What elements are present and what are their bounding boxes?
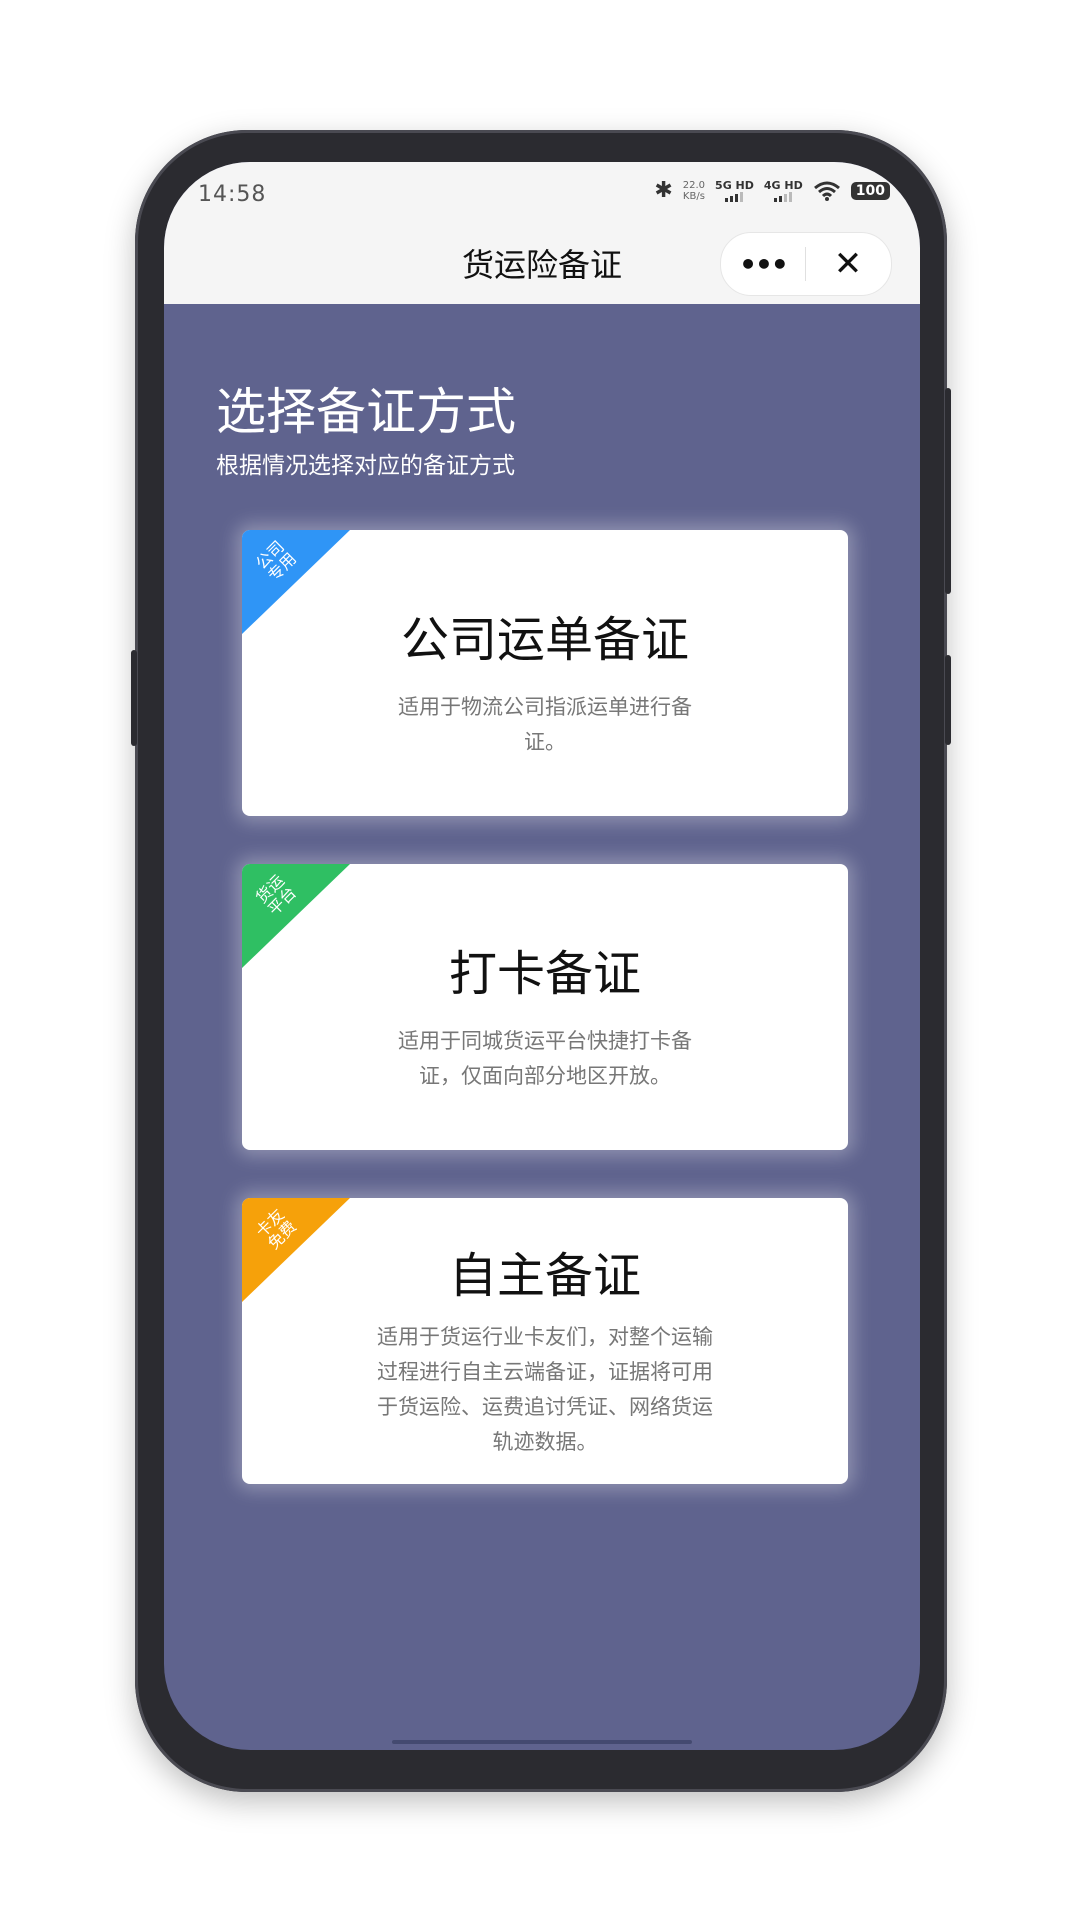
battery-icon: 100 [850, 181, 890, 200]
network-speed: 22.0 KB/s [683, 180, 705, 202]
card-description: 适用于货运行业卡友们，对整个运输过程进行自主云端备证，证据将可用于货运险、运费追… [377, 1325, 713, 1454]
card-title: 打卡备证 [448, 946, 641, 1002]
status-icons: ✱ 22.0 KB/s 5G HD 4G HD 100 [654, 178, 890, 203]
network-5g-label: 5G HD [715, 178, 754, 192]
status-time: 14:58 [198, 182, 267, 207]
home-indicator[interactable] [392, 1740, 692, 1744]
signal-4g: 4G HD [763, 178, 803, 202]
top-bar: 14:58 ✱ 22.0 KB/s 5G HD 4G HD 100 货运险备证 … [164, 162, 920, 304]
card-description: 适用于同城货运平台快捷打卡备证，仅面向部分地区开放。 [398, 1029, 692, 1088]
bluetooth-icon: ✱ [654, 178, 673, 203]
close-icon[interactable]: ✕ [806, 244, 890, 284]
card-company-waybill[interactable]: 公司 专用 公司运单备证 适用于物流公司指派运单进行备证。 [242, 530, 848, 816]
card-title: 自主备证 [448, 1248, 641, 1304]
phone-screen: 14:58 ✱ 22.0 KB/s 5G HD 4G HD 100 货运险备证 … [164, 162, 920, 1750]
speed-value: 22.0 [682, 179, 706, 191]
network-4g-label: 4G HD [763, 178, 803, 192]
volume-button [131, 650, 137, 746]
card-title: 公司运单备证 [400, 612, 689, 668]
wifi-icon [813, 181, 840, 201]
power-button [945, 388, 951, 594]
signal-5g: 5G HD [715, 178, 754, 202]
card-tag-label: 公司 专用 [251, 536, 301, 586]
section-title: 选择备证方式 [216, 383, 516, 441]
signal-bars-icon [764, 191, 803, 202]
card-self-service[interactable]: 卡友 免费 自主备证 适用于货运行业卡友们，对整个运输过程进行自主云端备证，证据… [242, 1198, 848, 1484]
signal-bars-icon [715, 191, 754, 202]
section-subtitle: 根据情况选择对应的备证方式 [216, 453, 515, 479]
card-tag-label: 货运 平台 [251, 870, 301, 920]
card-description: 适用于物流公司指派运单进行备证。 [398, 695, 692, 754]
more-icon[interactable]: ••• [721, 248, 805, 281]
side-button [945, 655, 951, 745]
speed-unit: KB/s [682, 190, 705, 202]
card-checkin[interactable]: 货运 平台 打卡备证 适用于同城货运平台快捷打卡备证，仅面向部分地区开放。 [242, 864, 848, 1150]
mini-program-capsule: ••• ✕ [720, 232, 892, 296]
